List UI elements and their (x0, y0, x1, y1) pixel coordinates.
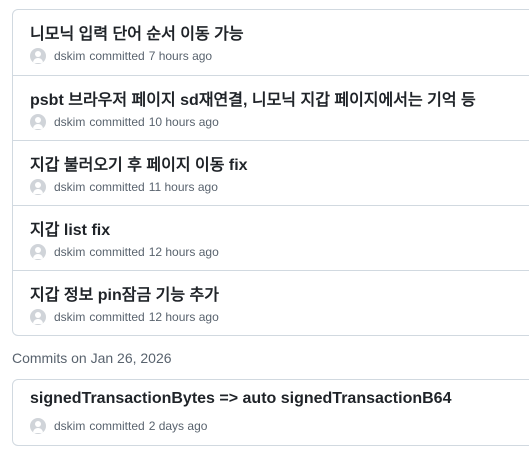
commit-title[interactable]: 지갑 불러오기 후 페이지 이동 fix (30, 151, 248, 175)
commit-time: 12 hours ago (148, 310, 219, 324)
commit-author[interactable]: dskim (54, 245, 85, 259)
commit-time: 10 hours ago (148, 115, 219, 129)
commit-group-jan-26: signedTransactionBytes => auto signedTra… (12, 379, 529, 446)
user-avatar-icon[interactable] (30, 48, 46, 64)
commit-row: 지갑 list fix dskim committed 12 hours ago (13, 205, 529, 270)
commit-author[interactable]: dskim (54, 180, 85, 194)
commit-meta: dskim committed 12 hours ago (30, 309, 219, 325)
commit-meta: dskim committed 11 hours ago (30, 179, 218, 195)
commit-author[interactable]: dskim (54, 49, 85, 63)
commit-row: psbt 브라우저 페이지 sd재연결, 니모닉 지갑 페이지에서는 기억 등 … (13, 75, 529, 140)
commit-meta: dskim committed 10 hours ago (30, 114, 219, 130)
commit-row: 니모닉 입력 단어 순서 이동 가능 dskim committed 7 hou… (13, 10, 529, 75)
commits-date-header: Commits on Jan 26, 2026 (12, 350, 172, 366)
commit-time: 12 hours ago (148, 245, 219, 259)
commit-meta: dskim committed 7 hours ago (30, 48, 212, 64)
user-avatar-icon[interactable] (30, 309, 46, 325)
user-avatar-icon[interactable] (30, 114, 46, 130)
user-avatar-icon[interactable] (30, 244, 46, 260)
commit-verb: committed (89, 419, 145, 433)
commit-author[interactable]: dskim (54, 310, 85, 324)
commit-group-recent: 니모닉 입력 단어 순서 이동 가능 dskim committed 7 hou… (12, 9, 529, 336)
commit-title[interactable]: 니모닉 입력 단어 순서 이동 가능 (30, 20, 244, 44)
commit-row: 지갑 정보 pin잠금 기능 추가 dskim committed 12 hou… (13, 270, 529, 335)
commit-title[interactable]: 지갑 list fix (30, 216, 110, 240)
commit-title[interactable]: psbt 브라우저 페이지 sd재연결, 니모닉 지갑 페이지에서는 기억 등 (30, 86, 476, 110)
commit-meta: dskim committed 12 hours ago (30, 244, 219, 260)
user-avatar-icon[interactable] (30, 418, 46, 434)
commit-row: 지갑 불러오기 후 페이지 이동 fix dskim committed 11 … (13, 140, 529, 205)
commit-title[interactable]: signedTransactionBytes => auto signedTra… (30, 390, 451, 408)
commit-verb: committed (89, 49, 145, 63)
commit-verb: committed (89, 245, 145, 259)
commit-verb: committed (89, 115, 145, 129)
user-avatar-icon[interactable] (30, 179, 46, 195)
commit-verb: committed (89, 310, 145, 324)
commit-time: 7 hours ago (148, 49, 213, 63)
commit-time: 11 hours ago (148, 180, 218, 194)
commit-row: signedTransactionBytes => auto signedTra… (13, 380, 529, 445)
commit-verb: committed (89, 180, 145, 194)
commit-author[interactable]: dskim (54, 419, 85, 433)
commit-author[interactable]: dskim (54, 115, 85, 129)
commit-time: 2 days ago (148, 419, 208, 433)
commit-title[interactable]: 지갑 정보 pin잠금 기능 추가 (30, 281, 219, 305)
commit-meta: dskim committed 2 days ago (30, 418, 207, 434)
